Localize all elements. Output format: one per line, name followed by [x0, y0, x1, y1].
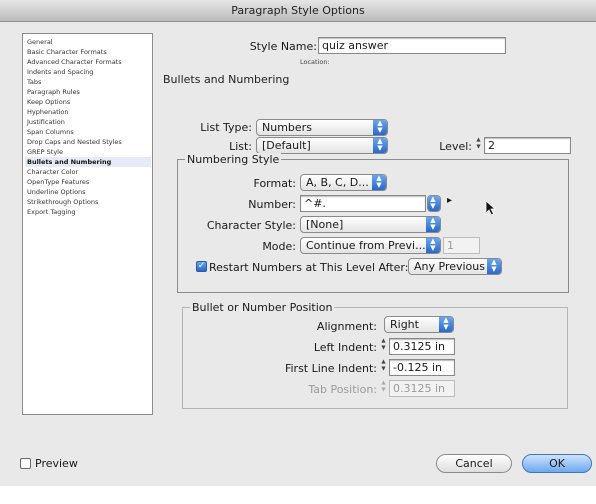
- style-name-field[interactable]: quiz answer: [318, 37, 506, 54]
- position-legend: Bullet or Number Position: [190, 301, 335, 314]
- ok-button[interactable]: OK: [522, 454, 592, 473]
- alignment-select[interactable]: Right ▲ ▼: [384, 316, 454, 333]
- mouse-pointer-icon: [485, 200, 497, 216]
- left-indent-label: Left Indent:: [313, 341, 377, 354]
- section-title: Bullets and Numbering: [163, 73, 290, 86]
- restart-numbers-checkbox[interactable]: ✓: [196, 261, 207, 272]
- sidebar-item-indents-and-spacing[interactable]: Indents and Spacing: [25, 67, 151, 77]
- sidebar-item-hyphenation[interactable]: Hyphenation: [25, 107, 151, 117]
- first-line-indent-field[interactable]: -0.125 in: [389, 359, 455, 376]
- up-down-arrows-icon: ▲ ▼: [487, 259, 501, 274]
- style-name-label: Style Name:: [249, 40, 317, 53]
- mode-value: Continue from Previ...: [306, 239, 426, 252]
- sidebar-item-bullets-and-numbering[interactable]: Bullets and Numbering: [25, 157, 151, 167]
- sidebar-item-keep-options[interactable]: Keep Options: [25, 97, 151, 107]
- format-value: A, B, C, D...: [306, 176, 369, 189]
- up-down-arrows-icon: ▲ ▼: [439, 317, 453, 332]
- number-options-select[interactable]: ▲ ▼: [427, 195, 441, 212]
- tab-position-label: Tab Position:: [308, 383, 377, 396]
- level-stepper-icon[interactable]: ▲ ▼: [475, 137, 482, 152]
- mode-start-field: 1: [443, 237, 480, 254]
- restart-after-select[interactable]: Any Previous Level ▲▼: [408, 258, 502, 275]
- list-type-value: Numbers: [262, 121, 312, 134]
- alignment-label: Alignment:: [316, 320, 377, 333]
- list-value: [Default]: [262, 139, 311, 152]
- preview-checkbox[interactable]: [20, 458, 31, 469]
- sidebar-item-character-color[interactable]: Character Color: [25, 167, 151, 177]
- numbering-style-legend: Numbering Style: [185, 153, 282, 166]
- preview-label: Preview: [35, 457, 78, 470]
- sidebar-item-strikethrough-options[interactable]: Strikethrough Options: [25, 197, 151, 207]
- up-down-arrows-icon: ▲ ▼: [428, 196, 440, 211]
- sidebar-item-span-columns[interactable]: Span Columns: [25, 127, 151, 137]
- left-indent-stepper-icon[interactable]: ▲ ▼: [380, 338, 387, 353]
- sidebar-item-basic-character-formats[interactable]: Basic Character Formats: [25, 47, 151, 57]
- level-field[interactable]: 2: [484, 137, 571, 154]
- sidebar-item-export-tagging[interactable]: Export Tagging: [25, 207, 151, 217]
- character-style-select[interactable]: [None] ▲ ▼: [300, 216, 441, 233]
- up-down-arrows-icon: ▲ ▼: [426, 217, 440, 232]
- format-select[interactable]: A, B, C, D... ▲ ▼: [300, 174, 387, 191]
- first-line-indent-stepper-icon[interactable]: ▲ ▼: [380, 359, 387, 374]
- number-field[interactable]: ^#.: [300, 195, 426, 212]
- mode-select[interactable]: Continue from Previ... ▲ ▼: [300, 237, 441, 254]
- up-down-arrows-icon: ▲ ▼: [372, 175, 386, 190]
- first-line-indent-label: First Line Indent:: [284, 362, 377, 375]
- mode-label: Mode:: [262, 240, 296, 253]
- sidebar-item-grep-style[interactable]: GREP Style: [25, 147, 151, 157]
- format-label: Format:: [253, 177, 296, 190]
- level-label: Level:: [439, 140, 472, 153]
- tab-position-field: 0.3125 in: [389, 380, 455, 397]
- restart-numbers-label: Restart Numbers at This Level After:: [209, 261, 409, 274]
- up-down-arrows-icon: ▲ ▼: [373, 138, 387, 153]
- sidebar-item-advanced-character-formats[interactable]: Advanced Character Formats: [25, 57, 151, 67]
- list-select[interactable]: [Default] ▲ ▼: [256, 137, 388, 154]
- list-type-label: List Type:: [200, 121, 252, 134]
- location-label: Location:: [300, 58, 330, 66]
- sidebar-item-tabs[interactable]: Tabs: [25, 77, 151, 87]
- up-down-arrows-icon: ▲ ▼: [373, 120, 387, 135]
- sidebar-item-general[interactable]: General: [25, 37, 151, 47]
- paragraph-style-options-dialog: Paragraph Style Options General Basic Ch…: [0, 0, 596, 486]
- list-label: List:: [229, 140, 252, 153]
- sidebar-item-underline-options[interactable]: Underline Options: [25, 187, 151, 197]
- sidebar-item-drop-caps[interactable]: Drop Caps and Nested Styles: [25, 137, 151, 147]
- sidebar-item-paragraph-rules[interactable]: Paragraph Rules: [25, 87, 151, 97]
- alignment-value: Right: [390, 318, 419, 331]
- window-title: Paragraph Style Options: [0, 0, 596, 22]
- tab-position-stepper-icon: ▲ ▼: [381, 380, 386, 393]
- left-indent-field[interactable]: 0.3125 in: [389, 338, 455, 355]
- number-label: Number:: [248, 198, 296, 211]
- category-list[interactable]: General Basic Character Formats Advanced…: [22, 33, 153, 415]
- insert-special-character-icon[interactable]: ▸: [447, 195, 452, 206]
- sidebar-item-opentype-features[interactable]: OpenType Features: [25, 177, 151, 187]
- character-style-label: Character Style:: [206, 219, 296, 232]
- sidebar-item-justification[interactable]: Justification: [25, 117, 151, 127]
- character-style-value: [None]: [306, 218, 344, 231]
- cancel-button[interactable]: Cancel: [436, 454, 512, 473]
- up-down-arrows-icon: ▲ ▼: [426, 238, 440, 253]
- list-type-select[interactable]: Numbers ▲ ▼: [256, 119, 388, 136]
